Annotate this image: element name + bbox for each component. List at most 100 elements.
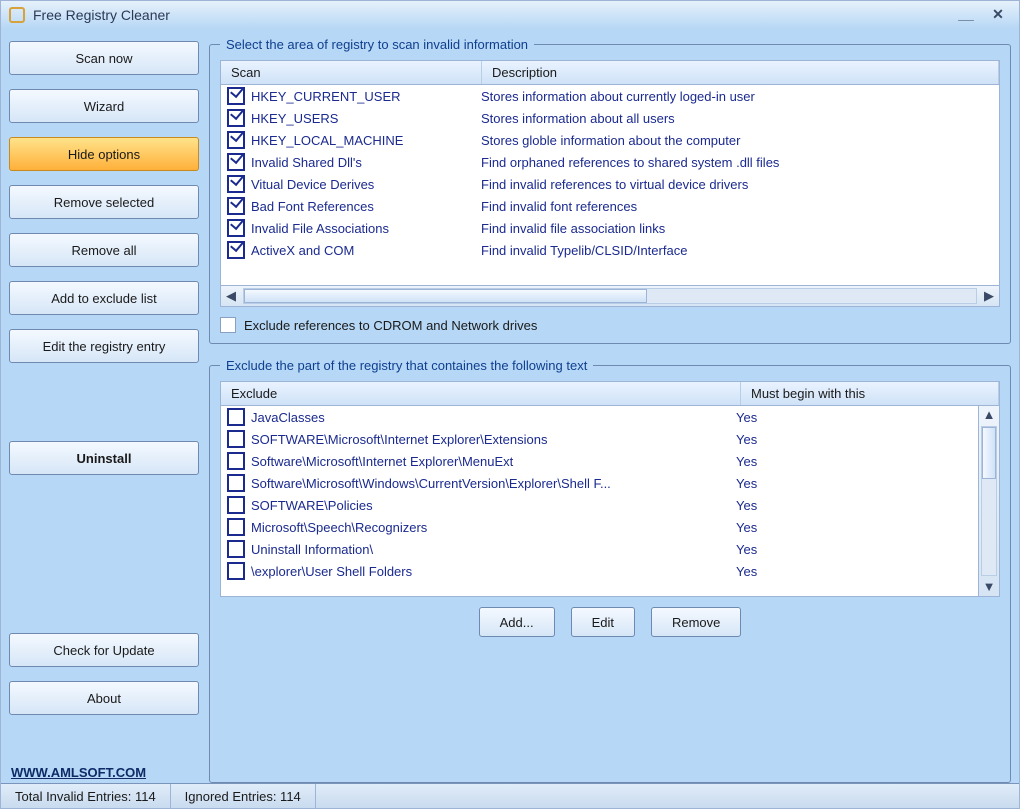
exclude-checkbox[interactable] [227,518,245,536]
exclude-text: SOFTWARE\Microsoft\Internet Explorer\Ext… [251,432,736,447]
scan-checkbox[interactable] [227,87,245,105]
scan-checkbox[interactable] [227,153,245,171]
exclude-begin: Yes [736,498,972,513]
exclude-text: SOFTWARE\Policies [251,498,736,513]
scan-name: Invalid File Associations [251,221,481,236]
exclude-checkbox[interactable] [227,452,245,470]
scan-description: Stores information about all users [481,111,993,126]
app-window: Free Registry Cleaner __ ✕ Scan now Wiza… [0,0,1020,809]
table-row: HKEY_LOCAL_MACHINEStores globle informat… [221,129,999,151]
scan-checkbox[interactable] [227,175,245,193]
exclude-text: \explorer\User Shell Folders [251,564,736,579]
exclude-begin: Yes [736,542,972,557]
table-row: Software\Microsoft\Internet Explorer\Men… [221,450,978,472]
scan-checkbox[interactable] [227,131,245,149]
check-for-update-button[interactable]: Check for Update [9,633,199,667]
vscroll-thumb[interactable] [982,427,996,479]
scan-checkbox[interactable] [227,109,245,127]
exclude-vscrollbar[interactable]: ▲ ▼ [979,405,1000,597]
exclude-begin: Yes [736,520,972,535]
edit-registry-entry-button[interactable]: Edit the registry entry [9,329,199,363]
col-exclude[interactable]: Exclude [221,382,741,405]
scan-table-header: Scan Description [220,60,1000,84]
exclude-text-group: Exclude the part of the registry that co… [209,358,1011,783]
title-bar: Free Registry Cleaner __ ✕ [1,1,1019,29]
hscroll-thumb[interactable] [244,289,647,303]
table-row: SOFTWARE\Microsoft\Internet Explorer\Ext… [221,428,978,450]
scroll-up-icon[interactable]: ▲ [979,406,999,424]
table-row: Uninstall Information\Yes [221,538,978,560]
exclude-text: Software\Microsoft\Windows\CurrentVersio… [251,476,736,491]
table-row: HKEY_CURRENT_USERStores information abou… [221,85,999,107]
exclude-text: Microsoft\Speech\Recognizers [251,520,736,535]
col-scan[interactable]: Scan [221,61,482,84]
status-ignored-entries: Ignored Entries: 114 [171,784,316,808]
exclude-checkbox[interactable] [227,540,245,558]
remove-all-button[interactable]: Remove all [9,233,199,267]
scan-name: Invalid Shared Dll's [251,155,481,170]
table-row: Software\Microsoft\Windows\CurrentVersio… [221,472,978,494]
exclude-text-legend: Exclude the part of the registry that co… [220,358,593,373]
scroll-left-icon[interactable]: ◀ [221,288,241,304]
table-row: Invalid File AssociationsFind invalid fi… [221,217,999,239]
close-button[interactable]: ✕ [985,6,1011,24]
exclude-begin: Yes [736,454,972,469]
sidebar: Scan now Wizard Hide options Remove sele… [9,37,199,783]
app-icon [9,7,25,23]
add-button[interactable]: Add... [479,607,555,637]
col-must-begin[interactable]: Must begin with this [741,382,999,405]
status-invalid-entries: Total Invalid Entries: 114 [1,784,171,808]
hide-options-button[interactable]: Hide options [9,137,199,171]
remove-button[interactable]: Remove [651,607,741,637]
about-button[interactable]: About [9,681,199,715]
exclude-table-header: Exclude Must begin with this [220,381,1000,405]
status-bar: Total Invalid Entries: 114 Ignored Entri… [1,783,1019,808]
edit-button[interactable]: Edit [571,607,635,637]
exclude-checkbox[interactable] [227,474,245,492]
scroll-down-icon[interactable]: ▼ [979,578,999,596]
exclude-checkbox[interactable] [227,408,245,426]
add-to-exclude-button[interactable]: Add to exclude list [9,281,199,315]
scroll-right-icon[interactable]: ▶ [979,288,999,304]
scan-areas-group: Select the area of registry to scan inva… [209,37,1011,344]
scan-name: HKEY_USERS [251,111,481,126]
scan-checkbox[interactable] [227,219,245,237]
exclude-begin: Yes [736,432,972,447]
scan-checkbox[interactable] [227,197,245,215]
exclude-checkbox[interactable] [227,430,245,448]
exclude-checkbox[interactable] [227,496,245,514]
scan-now-button[interactable]: Scan now [9,41,199,75]
scan-checkbox[interactable] [227,241,245,259]
scan-name: HKEY_LOCAL_MACHINE [251,133,481,148]
exclude-checkbox[interactable] [227,562,245,580]
exclude-text: Software\Microsoft\Internet Explorer\Men… [251,454,736,469]
exclude-table-body: JavaClassesYesSOFTWARE\Microsoft\Interne… [220,405,979,597]
remove-selected-button[interactable]: Remove selected [9,185,199,219]
table-row: SOFTWARE\PoliciesYes [221,494,978,516]
table-row: HKEY_USERSStores information about all u… [221,107,999,129]
website-link[interactable]: WWW.AMLSOFT.COM [11,765,146,780]
scan-description: Find invalid Typelib/CLSID/Interface [481,243,993,258]
exclude-begin: Yes [736,564,972,579]
uninstall-button[interactable]: Uninstall [9,441,199,475]
scan-description: Find invalid file association links [481,221,993,236]
scan-name: HKEY_CURRENT_USER [251,89,481,104]
exclude-begin: Yes [736,410,972,425]
exclude-text: Uninstall Information\ [251,542,736,557]
scan-hscrollbar[interactable]: ◀ ▶ [220,286,1000,307]
scan-description: Find invalid references to virtual devic… [481,177,993,192]
exclude-cdrom-checkbox[interactable] [220,317,236,333]
minimize-button[interactable]: __ [953,6,979,24]
scan-name: Bad Font References [251,199,481,214]
exclude-text: JavaClasses [251,410,736,425]
exclude-action-bar: Add... Edit Remove [220,607,1000,637]
table-row: Microsoft\Speech\RecognizersYes [221,516,978,538]
wizard-button[interactable]: Wizard [9,89,199,123]
table-row: Bad Font ReferencesFind invalid font ref… [221,195,999,217]
scan-name: ActiveX and COM [251,243,481,258]
table-row: Vitual Device DerivesFind invalid refere… [221,173,999,195]
scan-areas-legend: Select the area of registry to scan inva… [220,37,534,52]
scan-description: Find invalid font references [481,199,993,214]
col-description[interactable]: Description [482,61,999,84]
window-title: Free Registry Cleaner [33,7,170,23]
